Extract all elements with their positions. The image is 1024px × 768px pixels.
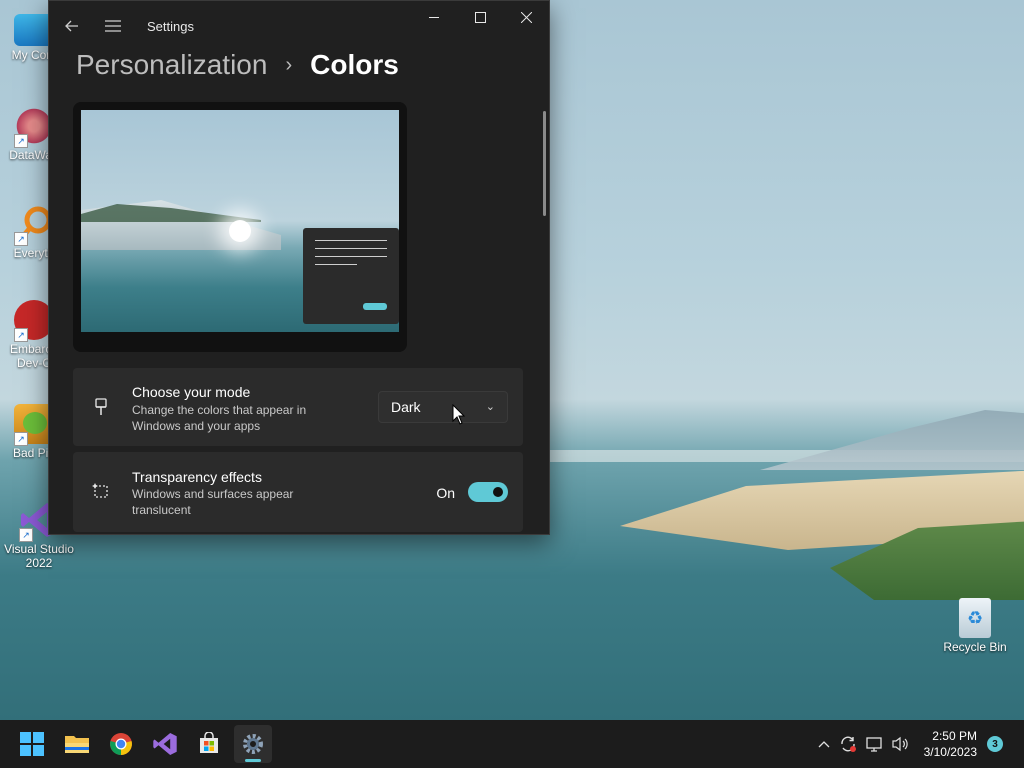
update-icon [841, 736, 856, 752]
transparency-state-label: On [436, 485, 455, 501]
visual-studio-icon [153, 732, 177, 756]
preview-text-line [315, 248, 387, 249]
breadcrumb-chevron-icon: › [285, 53, 293, 76]
notification-badge[interactable]: 3 [987, 736, 1003, 752]
mode-title: Choose your mode [132, 384, 251, 400]
recycle-bin-icon: ♻ [959, 598, 991, 638]
settings-icon [243, 734, 263, 754]
transparency-title: Transparency effects [132, 469, 262, 485]
settings-window: Settings Personalization › Colors Choose… [48, 0, 550, 535]
start-button[interactable] [13, 725, 51, 763]
chrome-icon [110, 733, 132, 755]
clock-date: 3/10/2023 [923, 745, 977, 759]
preview-text-line [315, 240, 387, 241]
breadcrumb: Personalization › Colors [76, 49, 399, 81]
volume-icon [892, 736, 908, 752]
shortcut-arrow-icon: ↗ [14, 232, 28, 246]
close-icon [520, 11, 532, 23]
title-bar[interactable]: Settings [49, 1, 549, 51]
back-arrow-icon [65, 20, 78, 32]
desktop-icon-recycle-bin[interactable]: ♻ Recycle Bin [935, 598, 1015, 654]
shortcut-arrow-icon: ↗ [14, 328, 28, 342]
preview-sun [229, 220, 251, 242]
store-icon [200, 732, 218, 753]
taskbar-file-explorer[interactable] [58, 725, 96, 763]
file-explorer-icon [65, 736, 89, 753]
active-app-indicator [245, 759, 261, 762]
menu-button[interactable] [98, 11, 128, 41]
maximize-icon [474, 11, 486, 23]
minimize-icon [429, 17, 439, 18]
desktop-icon-label: Recycle Bin [943, 640, 1007, 654]
clock-time: 2:50 PM [932, 729, 977, 743]
app-title: Settings [147, 19, 194, 34]
chevron-down-icon: ⌄ [485, 401, 495, 413]
shortcut-arrow-icon: ↗ [14, 134, 28, 148]
mouse-cursor-icon [452, 404, 466, 425]
tray-update[interactable] [838, 734, 858, 754]
scrollbar-thumb[interactable] [543, 111, 546, 216]
breadcrumb-parent-link[interactable]: Personalization [76, 49, 267, 81]
theme-preview [73, 102, 407, 352]
back-button[interactable] [57, 11, 87, 41]
network-icon [866, 737, 882, 752]
taskbar-chrome[interactable] [102, 725, 140, 763]
toggle-knob [493, 487, 503, 497]
preview-sample-window [303, 228, 399, 324]
preview-text-line [315, 264, 357, 265]
preview-wallpaper [81, 110, 399, 332]
mode-selected-value: Dark [391, 399, 421, 415]
taskbar-visual-studio[interactable] [146, 725, 184, 763]
start-icon [20, 732, 44, 756]
wallpaper-mountain [760, 410, 1024, 470]
maximize-button[interactable] [457, 1, 503, 33]
transparency-description: Windows and surfaces appear translucent [132, 487, 294, 517]
transparency-icon [91, 481, 111, 501]
tray-network[interactable] [865, 734, 885, 754]
minimize-button[interactable] [411, 1, 457, 33]
chevron-up-icon [818, 741, 830, 748]
preview-accent-button [363, 303, 387, 310]
transparency-card: Transparency effects Windows and surface… [73, 452, 523, 532]
mode-dropdown[interactable]: Dark ⌄ [378, 391, 508, 423]
page-title: Colors [310, 49, 399, 80]
mode-description: Change the colors that appear in Windows… [132, 403, 307, 433]
paintbrush-icon [91, 397, 111, 417]
taskbar-clock[interactable]: 2:50 PM 3/10/2023 [924, 728, 977, 760]
hamburger-menu-icon [105, 20, 121, 32]
preview-text-line [315, 256, 387, 257]
shortcut-arrow-icon: ↗ [14, 432, 28, 446]
desktop-icon-label: Visual Studio 2022 [4, 542, 74, 570]
taskbar-store[interactable] [190, 725, 228, 763]
close-button[interactable] [503, 1, 549, 33]
transparency-toggle[interactable] [468, 482, 508, 502]
taskbar: 2:50 PM 3/10/2023 3 [0, 720, 1024, 768]
taskbar-settings[interactable] [234, 725, 272, 763]
tray-volume[interactable] [890, 734, 910, 754]
shortcut-arrow-icon: ↗ [19, 528, 33, 542]
tray-overflow-button[interactable] [814, 734, 834, 754]
